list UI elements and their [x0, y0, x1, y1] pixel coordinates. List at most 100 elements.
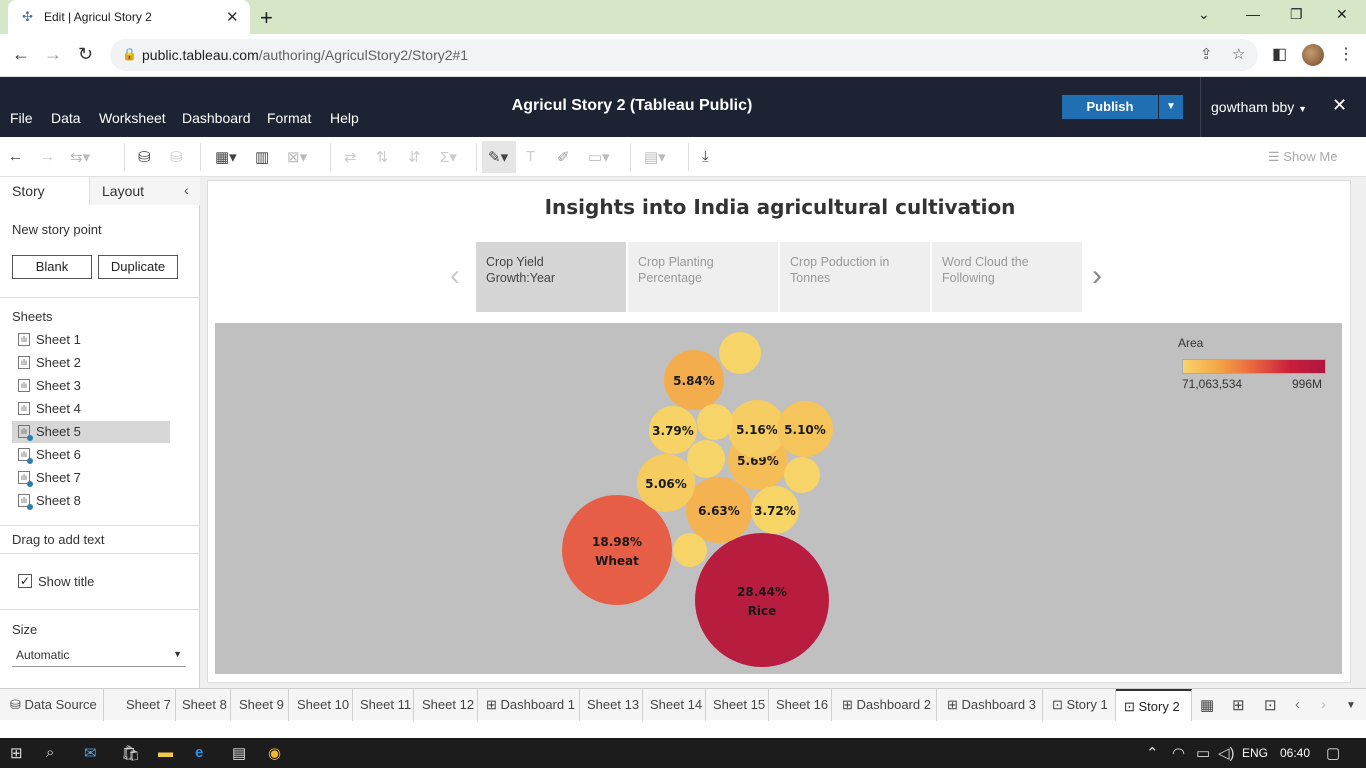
tab-dashboard-2[interactable]: ⊞ Dashboard 2 — [832, 689, 937, 721]
notepad-icon[interactable]: ▤ — [232, 744, 246, 762]
new-dashboard-tab-icon[interactable]: ⊞ — [1232, 696, 1245, 714]
show-hidden-icons[interactable]: ⌃ — [1146, 744, 1159, 762]
format-icon[interactable]: ✐ — [557, 148, 570, 166]
undo-icon[interactable]: ← — [8, 148, 23, 165]
forward-icon[interactable]: → — [44, 44, 62, 65]
new-story-tab-icon[interactable]: ⊡ — [1264, 696, 1277, 714]
user-menu[interactable]: gowtham bby ▼ — [1200, 77, 1307, 137]
chrome-icon[interactable]: ◉ — [268, 744, 281, 762]
show-me-button[interactable]: ☰ Show Me — [1268, 149, 1337, 165]
totals-icon[interactable]: Σ▾ — [440, 148, 457, 166]
bubble-mark[interactable] — [695, 533, 829, 667]
sheet-item-sheet-7[interactable]: ılı Sheet 7 — [12, 467, 170, 489]
blank-button[interactable]: Blank — [12, 255, 92, 279]
sheet-item-sheet-4[interactable]: ılı Sheet 4 — [12, 398, 170, 420]
story-point-3[interactable]: Crop Poduction in Tonnes — [780, 242, 930, 312]
tab-data-source[interactable]: ⛁ Data Source — [0, 689, 104, 721]
story-point-2[interactable]: Crop Planting Percentage — [628, 242, 778, 312]
next-story-point-icon[interactable]: › — [1092, 259, 1102, 293]
pause-updates-icon[interactable]: ⛁ — [170, 148, 183, 166]
replay-icon[interactable]: ⇆▾ — [70, 148, 90, 166]
restore-icon[interactable]: ❐ — [1290, 6, 1303, 23]
volume-icon[interactable]: ◁) — [1218, 744, 1235, 762]
profile-avatar[interactable] — [1302, 44, 1324, 66]
scroll-tabs-left-icon[interactable]: ‹ — [1295, 696, 1300, 713]
sheet-item-sheet-5[interactable]: ılı Sheet 5 — [12, 421, 170, 443]
wifi-icon[interactable]: ◠ — [1172, 744, 1185, 762]
show-cards-icon[interactable]: ▤▾ — [644, 148, 666, 166]
bubble-mark[interactable] — [784, 457, 820, 493]
share-icon[interactable]: ⇪ — [1200, 45, 1213, 63]
bubble-mark[interactable] — [697, 404, 733, 440]
duplicate-sheet-icon[interactable]: ▥ — [255, 148, 269, 166]
tab-sheet-8[interactable]: Sheet 8 — [176, 689, 231, 721]
scroll-tabs-right-icon[interactable]: › — [1321, 696, 1326, 713]
browser-menu-icon[interactable]: ⋮ — [1338, 44, 1354, 64]
input-language[interactable]: ENG — [1242, 746, 1268, 760]
bookmark-star-icon[interactable]: ☆ — [1232, 45, 1245, 63]
tab-search-icon[interactable]: ⌄ — [1198, 6, 1210, 23]
size-select[interactable]: Automatic ▼ — [12, 645, 186, 667]
labels-icon[interactable]: T — [526, 148, 535, 165]
sheet-item-sheet-6[interactable]: ılı Sheet 6 — [12, 444, 170, 466]
tab-sheet-12[interactable]: Sheet 12 — [414, 689, 478, 721]
duplicate-button[interactable]: Duplicate — [98, 255, 178, 279]
highlight-button[interactable]: ✎▾ — [482, 141, 516, 173]
close-authoring-icon[interactable]: ✕ — [1332, 95, 1347, 116]
new-datasource-icon[interactable]: ⛁ — [138, 148, 151, 166]
tab-sheet-15[interactable]: Sheet 15 — [706, 689, 769, 721]
tab-sheet-9[interactable]: Sheet 9 — [231, 689, 289, 721]
reload-icon[interactable]: ↻ — [78, 44, 93, 65]
previous-story-point-icon[interactable]: ‹ — [450, 259, 460, 293]
tab-sheet-13[interactable]: Sheet 13 — [580, 689, 643, 721]
address-bar[interactable]: 🔒 public.tableau.com/authoring/AgriculSt… — [110, 39, 1258, 71]
search-icon[interactable]: ⌕ — [46, 744, 54, 761]
tabs-menu-icon[interactable]: ▼ — [1346, 700, 1356, 711]
story-point-1[interactable]: Crop Yield Growth:Year — [476, 242, 626, 312]
sheet-item-sheet-2[interactable]: ılı Sheet 2 — [12, 352, 170, 374]
swap-icon[interactable]: ⇄ — [344, 148, 357, 166]
sheet-item-sheet-8[interactable]: ılı Sheet 8 — [12, 490, 170, 512]
close-window-icon[interactable]: ✕ — [1336, 6, 1348, 23]
store-icon[interactable]: 🛍 — [121, 744, 140, 762]
back-icon[interactable]: ← — [12, 44, 30, 65]
tab-dashboard-3[interactable]: ⊞ Dashboard 3 — [937, 689, 1043, 721]
story-point-4[interactable]: Word Cloud the Following — [932, 242, 1082, 312]
publish-dropdown-icon[interactable]: ▼ — [1159, 95, 1183, 119]
redo-icon[interactable]: → — [40, 148, 55, 165]
tab-sheet-14[interactable]: Sheet 14 — [643, 689, 706, 721]
tab-sheet-7[interactable]: Sheet 7 — [124, 689, 176, 721]
new-worksheet-icon[interactable]: ▦▾ — [215, 148, 237, 166]
sheet-item-sheet-1[interactable]: ılı Sheet 1 — [12, 329, 170, 351]
file-explorer-icon[interactable]: ▬ — [158, 744, 173, 761]
sheet-item-sheet-3[interactable]: ılı Sheet 3 — [12, 375, 170, 397]
new-tab-icon[interactable]: + — [260, 5, 273, 31]
clock[interactable]: 06:40 — [1280, 746, 1310, 760]
tab-sheet-11[interactable]: Sheet 11 — [353, 689, 414, 721]
bubble-mark[interactable] — [687, 440, 725, 478]
sort-desc-icon[interactable]: ⇵ — [408, 148, 421, 166]
tab-story-1[interactable]: ⊡ Story 1 — [1043, 689, 1116, 721]
fit-icon[interactable]: ▭▾ — [588, 148, 610, 166]
browser-tab[interactable]: ✣ Edit | Agricul Story 2 ✕ — [8, 0, 250, 34]
bubble-chart-viz[interactable]: 28.44% Rice 18.98% Wheat 6.63% 5.84% 5.69% 5.16… — [215, 323, 1342, 674]
battery-icon[interactable]: ▭ — [1196, 744, 1210, 762]
windows-start-icon[interactable]: ⊞ — [10, 744, 23, 762]
minimize-icon[interactable]: — — [1246, 6, 1260, 22]
new-worksheet-tab-icon[interactable]: ▦ — [1200, 696, 1214, 714]
notifications-icon[interactable]: ▢ — [1326, 744, 1340, 762]
clear-sheet-icon[interactable]: ⊠▾ — [287, 148, 307, 166]
publish-button[interactable]: Publish — [1062, 95, 1158, 119]
bubble-mark[interactable] — [562, 495, 672, 605]
tab-sheet-16[interactable]: Sheet 16 — [769, 689, 832, 721]
tab-sheet-10[interactable]: Sheet 10 — [289, 689, 353, 721]
edge-icon[interactable]: e — [195, 744, 203, 761]
download-icon[interactable]: ⤓ — [702, 148, 709, 165]
bubble-mark[interactable] — [719, 332, 761, 374]
side-panel-icon[interactable]: ◧ — [1272, 44, 1287, 64]
show-title-checkbox[interactable]: ✓ — [18, 574, 32, 588]
close-tab-icon[interactable]: ✕ — [226, 8, 239, 26]
drag-to-add-text-item[interactable]: Drag to add text — [12, 532, 105, 547]
sort-asc-icon[interactable]: ⇅ — [376, 148, 389, 166]
mail-icon[interactable]: ✉ — [84, 744, 97, 762]
